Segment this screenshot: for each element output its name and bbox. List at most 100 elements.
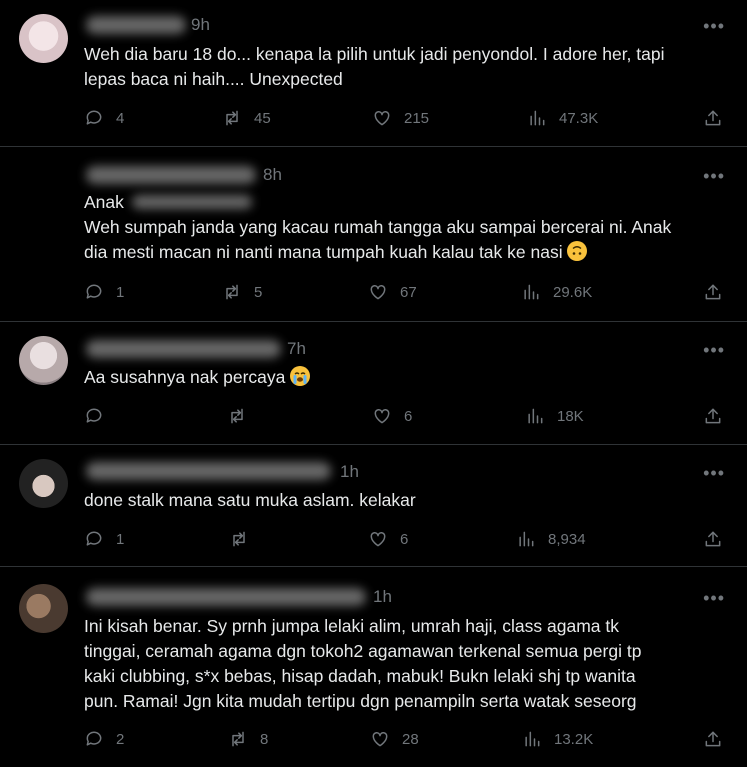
like-button[interactable]: 215 [372, 108, 429, 128]
tweet-text: Aa susahnya nak percaya [84, 365, 723, 390]
like-icon [372, 731, 388, 747]
tweet-text: Ini kisah benar. Sy prnh jumpa lelaki al… [84, 614, 723, 714]
tweet-time[interactable]: 1h [340, 462, 359, 482]
like-count: 6 [400, 530, 409, 548]
reply-icon [86, 284, 102, 299]
tweet-2[interactable]: 8h ••• Anak Weh sumpah janda yang kacau … [0, 147, 747, 322]
share-button[interactable] [703, 282, 723, 302]
repost-icon [226, 110, 238, 126]
tweet-text: Weh dia baru 18 do... kenapa la pilih un… [84, 42, 723, 92]
tweet-actions: 4 45 215 47.3K [84, 108, 723, 132]
avatar[interactable] [19, 584, 68, 633]
like-count: 6 [404, 407, 413, 425]
views-button[interactable]: 13.2K [522, 729, 593, 749]
author-name-blurred[interactable] [86, 588, 366, 606]
more-icon[interactable]: ••• [703, 16, 725, 37]
like-count: 28 [402, 730, 419, 748]
like-button[interactable]: 6 [372, 406, 412, 426]
repost-button[interactable] [229, 529, 249, 549]
tweet-text: Anak Weh sumpah janda yang kacau rumah t… [84, 190, 723, 265]
views-count: 29.6K [553, 283, 593, 301]
text-line: tinggai, ceramah agama dgn tokoh2 agamaw… [84, 641, 642, 661]
reply-button[interactable]: 1 [84, 529, 124, 549]
like-count: 67 [400, 283, 417, 301]
avatar[interactable] [19, 336, 68, 385]
views-icon [519, 531, 534, 547]
avatar[interactable] [19, 14, 68, 63]
like-count: 215 [404, 109, 430, 127]
avatar[interactable] [19, 459, 68, 508]
share-button[interactable] [703, 729, 723, 749]
author-name-blurred[interactable] [86, 16, 186, 34]
more-icon[interactable]: ••• [703, 463, 725, 484]
text-line: lepas baca ni haih.... Unexpected [84, 69, 343, 89]
like-icon [370, 531, 386, 547]
author-name-blurred[interactable] [86, 166, 256, 184]
tweet-time[interactable]: 8h [263, 165, 282, 185]
like-button[interactable]: 28 [370, 729, 419, 749]
reply-icon [86, 531, 102, 546]
tweet-3[interactable]: 7h ••• Aa susahnya nak percaya 6 18K [0, 322, 747, 445]
text-line: Aa susahnya nak percaya [84, 367, 286, 387]
views-icon [524, 284, 539, 300]
share-icon [705, 731, 721, 747]
tweet-actions: 6 18K [84, 406, 723, 430]
tweet-actions: 2 8 28 13.2K [84, 729, 723, 753]
mention-blurred [131, 195, 252, 209]
share-button[interactable] [703, 406, 723, 426]
author-name-blurred[interactable] [86, 462, 331, 480]
like-button[interactable]: 6 [368, 529, 408, 549]
reply-button[interactable] [84, 406, 104, 426]
reply-icon [86, 110, 102, 125]
share-icon [705, 284, 721, 300]
text-line: Weh dia baru 18 do... kenapa la pilih un… [84, 44, 665, 64]
tweet-time[interactable]: 9h [191, 15, 210, 35]
loudly-crying-face-emoji [290, 366, 311, 386]
reply-button[interactable]: 4 [84, 108, 124, 128]
repost-icon [232, 731, 244, 747]
repost-button[interactable]: 8 [228, 729, 268, 749]
tweet-5[interactable]: 1h ••• Ini kisah benar. Sy prnh jumpa le… [0, 567, 747, 767]
tweet-time[interactable]: 1h [373, 587, 392, 607]
text-line: dia mesti macan ni nanti mana tumpah kua… [84, 242, 563, 262]
author-name-blurred[interactable] [86, 340, 281, 358]
share-icon [705, 531, 721, 547]
views-count: 47.3K [559, 109, 599, 127]
views-button[interactable]: 29.6K [521, 282, 592, 302]
share-button[interactable] [703, 529, 723, 549]
repost-icon [231, 408, 243, 424]
views-button[interactable]: 8,934 [516, 529, 586, 549]
reply-count: 2 [116, 730, 125, 748]
share-button[interactable] [703, 108, 723, 128]
share-icon [705, 408, 721, 424]
like-icon [370, 284, 386, 300]
like-button[interactable]: 67 [368, 282, 417, 302]
reply-count: 4 [116, 109, 125, 127]
reply-count: 1 [116, 283, 125, 301]
views-icon [525, 731, 540, 747]
repost-count: 5 [254, 283, 263, 301]
repost-button[interactable]: 5 [222, 282, 262, 302]
repost-button[interactable] [227, 406, 247, 426]
repost-icon [233, 531, 245, 547]
upside-down-face-emoji [567, 241, 588, 261]
views-icon [528, 408, 543, 424]
tweet-actions: 1 5 67 29.6K [84, 282, 723, 306]
views-count: 8,934 [548, 530, 586, 548]
tweet-time[interactable]: 7h [287, 339, 306, 359]
views-icon [530, 110, 545, 126]
views-count: 13.2K [554, 730, 594, 748]
text-line: Ini kisah benar. Sy prnh jumpa lelaki al… [84, 616, 619, 636]
views-button[interactable]: 18K [525, 406, 584, 426]
more-icon[interactable]: ••• [703, 588, 725, 609]
reply-button[interactable]: 1 [84, 282, 124, 302]
more-icon[interactable]: ••• [703, 166, 725, 187]
tweet-1[interactable]: 9h ••• Weh dia baru 18 do... kenapa la p… [0, 0, 747, 147]
more-icon[interactable]: ••• [703, 340, 725, 361]
text-line: pun. Ramai! Jgn kita mudah tertipu dgn p… [84, 691, 637, 711]
repost-icon [226, 284, 238, 300]
views-button[interactable]: 47.3K [527, 108, 598, 128]
tweet-4[interactable]: 1h ••• done stalk mana satu muka aslam. … [0, 445, 747, 567]
reply-button[interactable]: 2 [84, 729, 124, 749]
repost-button[interactable]: 45 [222, 108, 271, 128]
